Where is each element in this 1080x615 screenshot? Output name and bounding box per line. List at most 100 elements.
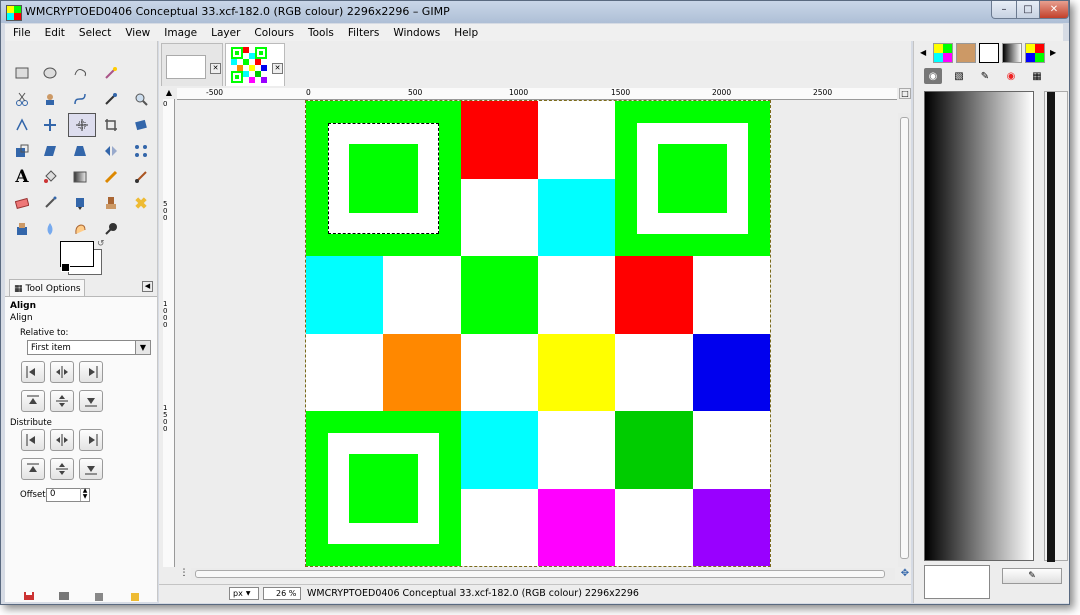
save-options-icon[interactable] bbox=[23, 591, 37, 601]
dock-right-arrow-icon[interactable]: ▶ bbox=[1050, 48, 1056, 57]
align-center-button[interactable] bbox=[50, 361, 74, 383]
close-button[interactable]: ✕ bbox=[1039, 1, 1069, 19]
zoom-to-fit-icon[interactable]: □ bbox=[899, 88, 911, 99]
scroll-thumb[interactable] bbox=[195, 570, 885, 578]
align-top-edge-button[interactable] bbox=[21, 390, 45, 412]
menu-layer[interactable]: Layer bbox=[203, 27, 246, 39]
measure-icon[interactable] bbox=[10, 115, 34, 135]
ink-icon[interactable] bbox=[68, 193, 92, 213]
fuzzy-select-icon[interactable] bbox=[99, 63, 123, 83]
airbrush-icon[interactable] bbox=[38, 193, 62, 213]
scale-icon[interactable] bbox=[10, 141, 34, 161]
align-bottom-edge-button[interactable] bbox=[79, 390, 103, 412]
gimp-tab-icon[interactable]: ◉ bbox=[924, 68, 942, 84]
foreground-select-icon[interactable] bbox=[38, 89, 62, 109]
panel-menu-icon[interactable]: ◀ bbox=[142, 281, 153, 292]
ellipse-select-icon[interactable] bbox=[38, 63, 62, 83]
free-select-icon[interactable] bbox=[68, 63, 92, 83]
paths-icon[interactable] bbox=[68, 89, 92, 109]
maximize-button[interactable]: □ bbox=[1016, 1, 1040, 19]
rect-select-icon[interactable] bbox=[10, 63, 34, 83]
unit-select[interactable]: px ▼ bbox=[229, 587, 259, 600]
brush-icon[interactable]: ✎ bbox=[976, 68, 994, 84]
menu-filters[interactable]: Filters bbox=[340, 27, 385, 39]
eraser-icon[interactable] bbox=[10, 193, 34, 213]
qr-image[interactable] bbox=[305, 100, 771, 567]
tool-options-tab[interactable]: ▦ Tool Options bbox=[9, 279, 85, 297]
image-tab-blank[interactable]: ✕ bbox=[161, 43, 223, 86]
cage-transform-icon[interactable] bbox=[129, 141, 153, 161]
scissors-icon[interactable] bbox=[10, 89, 34, 109]
close-icon[interactable]: ✕ bbox=[210, 63, 221, 74]
menu-edit[interactable]: Edit bbox=[37, 27, 71, 39]
menu-colours[interactable]: Colours bbox=[246, 27, 300, 39]
reset-options-icon[interactable] bbox=[129, 591, 143, 601]
delete-options-icon[interactable] bbox=[93, 591, 107, 601]
heal-icon[interactable] bbox=[129, 193, 153, 213]
smudge-icon[interactable] bbox=[68, 219, 92, 239]
align-middle-button[interactable] bbox=[50, 390, 74, 412]
menu-view[interactable]: View bbox=[117, 27, 156, 39]
menu-image[interactable]: Image bbox=[156, 27, 203, 39]
bucket-fill-icon[interactable] bbox=[38, 167, 62, 187]
close-icon[interactable]: ✕ bbox=[272, 63, 283, 74]
menu-file[interactable]: File bbox=[5, 27, 37, 39]
colour-wheel-icon[interactable]: ◉ bbox=[1002, 68, 1020, 84]
align-left-edge-button[interactable] bbox=[21, 361, 45, 383]
vertical-scrollbar[interactable] bbox=[898, 113, 911, 567]
printer-icon[interactable]: ▧ bbox=[950, 68, 968, 84]
menu-windows[interactable]: Windows bbox=[385, 27, 446, 39]
palette-icon[interactable]: ▦ bbox=[1028, 68, 1046, 84]
distribute-right-button[interactable] bbox=[79, 429, 103, 451]
color-preview[interactable] bbox=[924, 565, 990, 599]
move-icon[interactable] bbox=[38, 115, 62, 135]
crop-icon[interactable] bbox=[99, 115, 123, 135]
distribute-center-button[interactable] bbox=[50, 429, 74, 451]
distribute-left-button[interactable] bbox=[21, 429, 45, 451]
gradients-tab-icon[interactable] bbox=[1002, 43, 1022, 63]
gradient-preview[interactable] bbox=[924, 91, 1034, 561]
relative-to-select[interactable]: First item ▼ bbox=[27, 340, 151, 355]
dodge-burn-icon[interactable] bbox=[99, 219, 123, 239]
flip-icon[interactable] bbox=[99, 141, 123, 161]
distribute-middle-button[interactable] bbox=[50, 458, 74, 480]
patterns-tab-icon[interactable] bbox=[933, 43, 953, 63]
palettes-tab-icon[interactable] bbox=[1025, 43, 1045, 63]
fonts-tab-icon[interactable] bbox=[979, 43, 999, 63]
shear-icon[interactable] bbox=[38, 141, 62, 161]
blend-icon[interactable] bbox=[68, 167, 92, 187]
color-picker-icon[interactable] bbox=[99, 89, 123, 109]
paintbrush-icon[interactable] bbox=[129, 167, 153, 187]
zoom-icon[interactable] bbox=[129, 89, 153, 109]
quick-mask-toggle[interactable]: ▲ bbox=[163, 88, 175, 99]
restore-options-icon[interactable] bbox=[58, 591, 72, 601]
clone-icon[interactable] bbox=[99, 193, 123, 213]
distribute-top-button[interactable] bbox=[21, 458, 45, 480]
edit-gradient-button[interactable]: ✎ bbox=[1002, 568, 1062, 584]
dock-left-arrow-icon[interactable]: ◀ bbox=[920, 48, 926, 57]
distribute-bottom-button[interactable] bbox=[79, 458, 103, 480]
default-colors-icon[interactable] bbox=[61, 263, 70, 272]
brushes-tab-icon[interactable] bbox=[956, 43, 976, 63]
menu-help[interactable]: Help bbox=[446, 27, 484, 39]
pencil-icon[interactable] bbox=[99, 167, 123, 187]
zoom-select[interactable]: 26 % bbox=[263, 587, 301, 600]
perspective-icon[interactable] bbox=[68, 141, 92, 161]
horizontal-scrollbar[interactable] bbox=[191, 568, 895, 580]
swap-colors-icon[interactable]: ↺ bbox=[97, 239, 105, 249]
align-icon[interactable] bbox=[68, 113, 96, 137]
text-tool-icon[interactable]: A bbox=[10, 167, 34, 187]
menu-select[interactable]: Select bbox=[71, 27, 117, 39]
align-right-edge-button[interactable] bbox=[79, 361, 103, 383]
blur-icon[interactable] bbox=[38, 219, 62, 239]
menu-tools[interactable]: Tools bbox=[300, 27, 340, 39]
offset-spinner[interactable]: ▲ ▼ bbox=[80, 488, 89, 501]
perspective-clone-icon[interactable] bbox=[10, 219, 34, 239]
image-tab-qr[interactable]: ✕ bbox=[225, 43, 285, 86]
rotate-icon[interactable] bbox=[129, 115, 153, 135]
dock-scrollbar[interactable] bbox=[1044, 91, 1068, 562]
scroll-thumb[interactable] bbox=[900, 117, 909, 559]
navigation-icon[interactable]: ✥ bbox=[899, 568, 911, 580]
minimize-button[interactable]: – bbox=[991, 1, 1017, 19]
navigate-icon[interactable]: ⋮ bbox=[178, 568, 190, 580]
